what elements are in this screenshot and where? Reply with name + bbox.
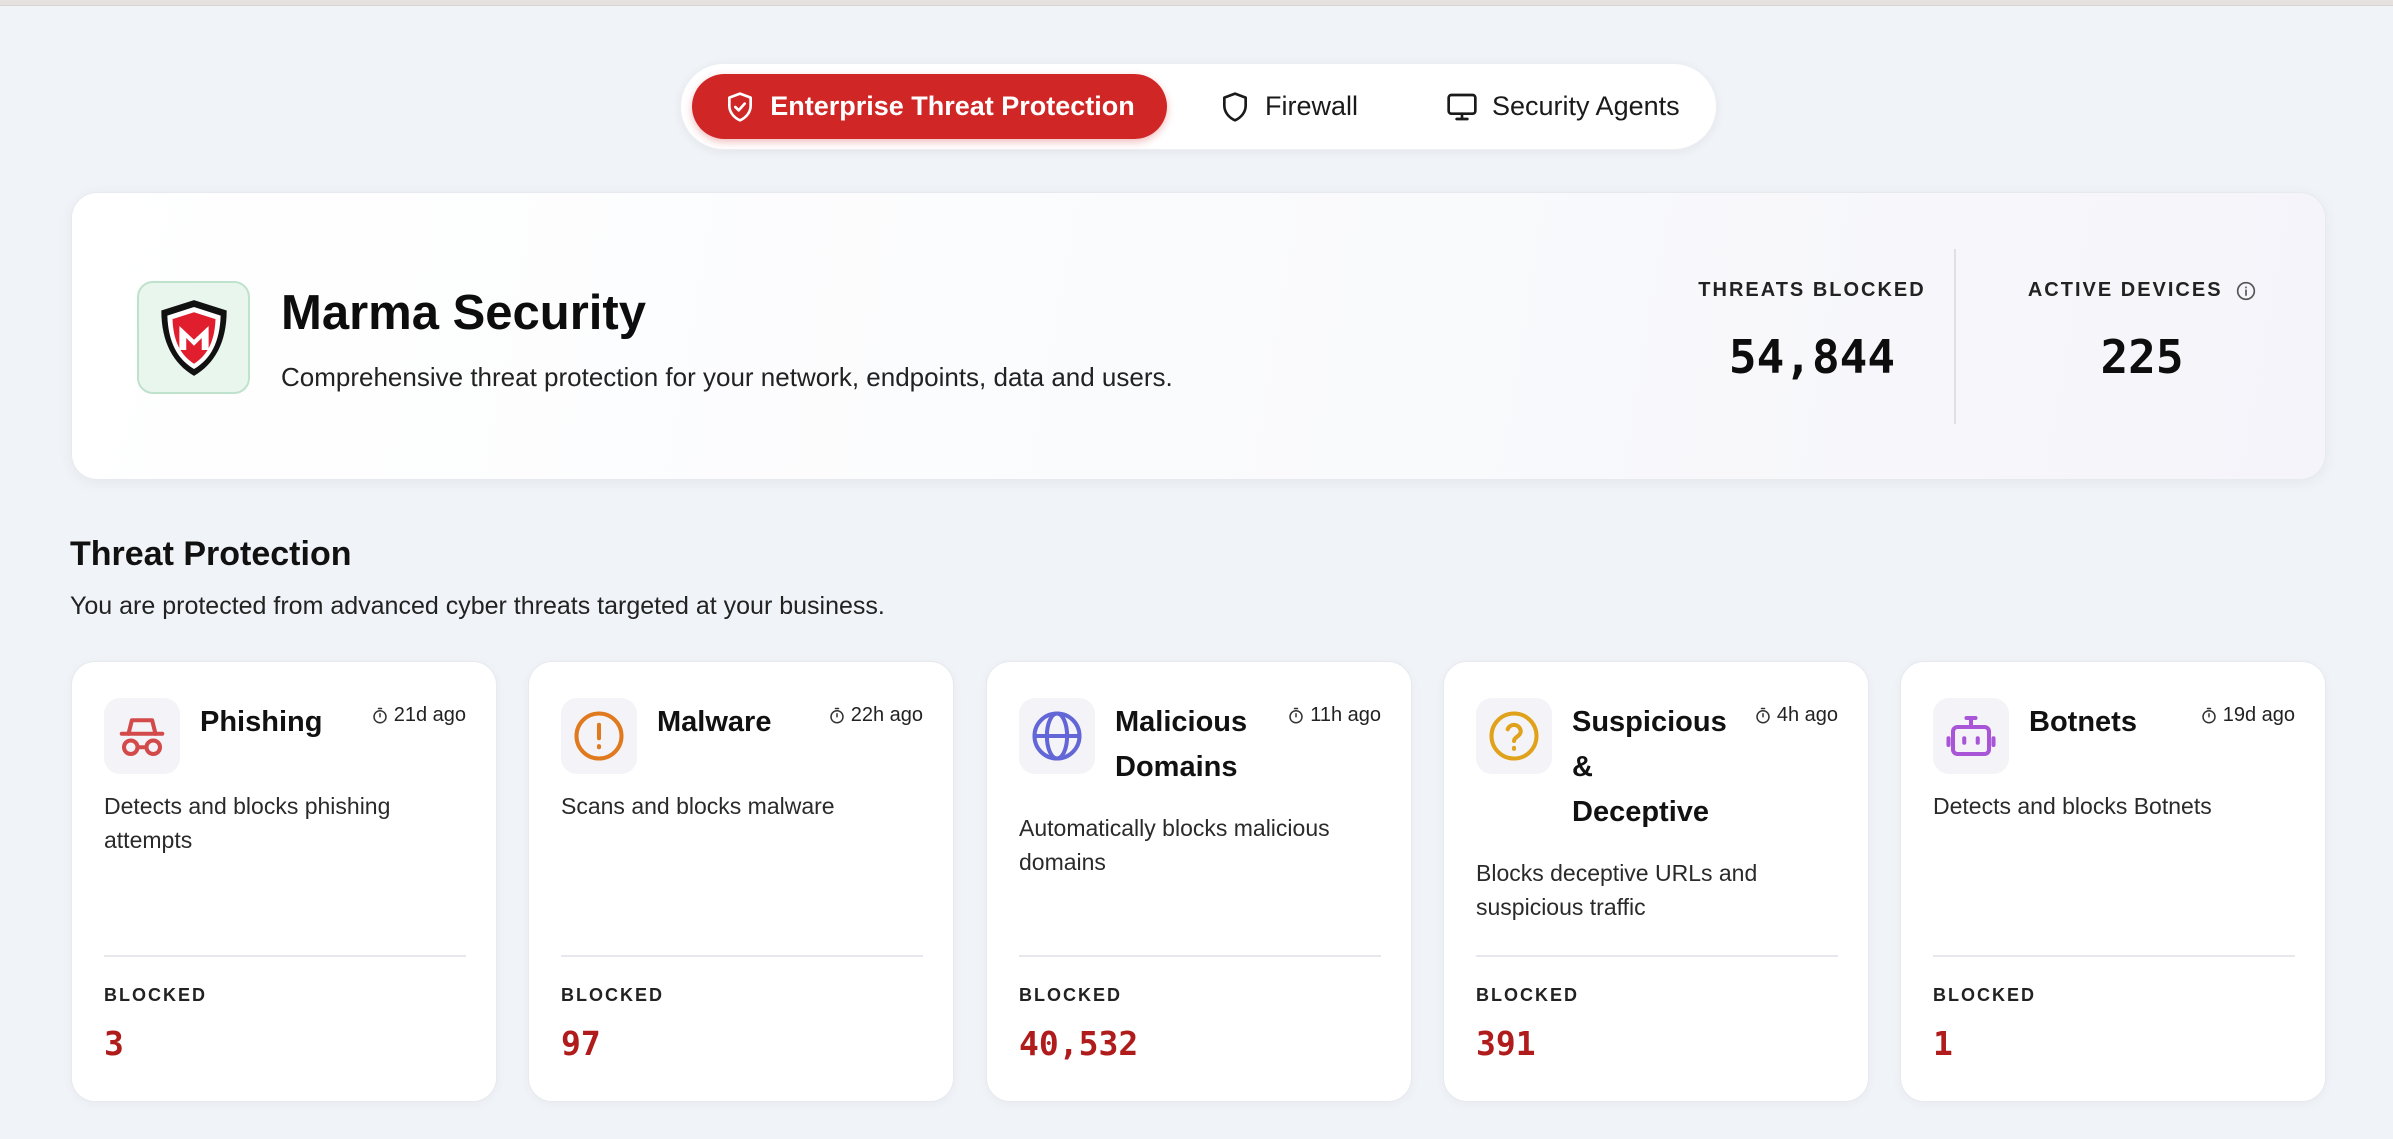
- stat-active-devices: ACTIVE DEVICES 225: [1992, 279, 2292, 384]
- shield-icon: [1223, 91, 1247, 122]
- blocked-value: 3: [104, 1024, 124, 1063]
- time-text: 4h ago: [1776, 704, 1838, 726]
- card-title: Malicious Domains: [1115, 706, 1248, 783]
- card-icon-box: [561, 698, 637, 774]
- card-divider: [1933, 955, 2295, 957]
- tab-security-agents[interactable]: Security Agents: [1446, 74, 1680, 139]
- blocked-label: BLOCKED: [1476, 985, 1579, 1005]
- card-description: Detects and blocks phishing attempts: [104, 793, 391, 853]
- card-description: Detects and blocks Botnets: [1933, 793, 2212, 819]
- card-title: Malware: [657, 706, 772, 738]
- time-text: 19d ago: [2222, 704, 2295, 726]
- brand-title: Marma Security: [281, 286, 646, 340]
- threat-card-malware[interactable]: Malware 22h ago Scans and blocks malware…: [528, 661, 954, 1102]
- blocked-label: BLOCKED: [561, 985, 664, 1005]
- card-icon-box: [1476, 698, 1552, 774]
- time-text: 21d ago: [393, 704, 466, 726]
- info-icon[interactable]: [2236, 281, 2256, 301]
- brand-subtitle: Comprehensive threat protection for your…: [281, 362, 1173, 392]
- card-timestamp: 21d ago: [371, 704, 466, 727]
- card-icon-box: [104, 698, 180, 774]
- monitor-icon: [1447, 93, 1477, 120]
- spy-icon: [119, 718, 165, 757]
- card-divider: [104, 955, 466, 957]
- card-divider: [561, 955, 923, 957]
- stopwatch-icon: [1756, 707, 1770, 723]
- card-title: Phishing: [200, 706, 323, 738]
- card-title: Botnets: [2029, 706, 2137, 738]
- shield-check-icon: [728, 91, 753, 122]
- stat-threats-blocked: THREATS BLOCKED 54,844: [1692, 279, 1932, 384]
- card-icon-box: [1933, 698, 2009, 774]
- stat-value: 225: [2100, 330, 2184, 384]
- card-divider: [1019, 955, 1381, 957]
- threat-card-malicious-domains[interactable]: Malicious Domains 11h ago Automatically …: [986, 661, 1412, 1102]
- bot-icon: [1946, 715, 1996, 757]
- stat-label-row: ACTIVE DEVICES: [1992, 279, 2292, 302]
- globe-icon: [1032, 711, 1082, 761]
- card-divider: [1476, 955, 1838, 957]
- stopwatch-icon: [1289, 707, 1303, 723]
- section-title: Threat Protection: [70, 535, 352, 573]
- blocked-value: 1: [1933, 1024, 1953, 1063]
- time-text: 22h ago: [850, 704, 923, 726]
- stat-value: 54,844: [1728, 330, 1896, 384]
- threat-card-suspicious-deceptive[interactable]: Suspicious & Deceptive 4h ago Blocks dec…: [1443, 661, 1869, 1102]
- stat-label: ACTIVE DEVICES: [2027, 279, 2223, 301]
- tab-label: Enterprise Threat Protection: [770, 91, 1135, 121]
- blocked-value: 97: [561, 1024, 601, 1063]
- tab-firewall[interactable]: Firewall: [1219, 74, 1358, 139]
- card-title: Suspicious & Deceptive: [1572, 706, 1727, 828]
- stat-divider: [1954, 249, 1956, 424]
- threat-card-phishing[interactable]: Phishing 21d ago Detects and blocks phis…: [71, 661, 497, 1102]
- blocked-value: 40,532: [1019, 1024, 1139, 1063]
- help-circle-icon: [1489, 711, 1539, 761]
- top-border: [0, 0, 2393, 6]
- tab-enterprise-threat-protection[interactable]: Enterprise Threat Protection: [692, 74, 1167, 139]
- card-description: Automatically blocks malicious domains: [1019, 815, 1330, 875]
- stopwatch-icon: [2201, 707, 2216, 723]
- alert-circle-icon: [574, 711, 624, 761]
- m-shield-logo: [160, 299, 227, 376]
- brand-logo: [137, 281, 250, 394]
- card-description: Scans and blocks malware: [561, 793, 835, 819]
- stat-label: THREATS BLOCKED: [1698, 279, 1926, 301]
- card-icon-box: [1019, 698, 1095, 774]
- threat-card-botnets[interactable]: Botnets 19d ago Detects and blocks Botne…: [1900, 661, 2326, 1102]
- card-timestamp: 11h ago: [1287, 704, 1381, 727]
- hero-card: Marma Security Comprehensive threat prot…: [71, 192, 2326, 480]
- tab-label: Firewall: [1265, 91, 1359, 121]
- stopwatch-icon: [372, 707, 387, 723]
- tab-label: Security Agents: [1492, 91, 1680, 121]
- card-description: Blocks deceptive URLs and suspicious tra…: [1476, 860, 1758, 920]
- section-subtitle: You are protected from advanced cyber th…: [70, 592, 885, 620]
- blocked-label: BLOCKED: [1933, 985, 2036, 1005]
- card-timestamp: 19d ago: [2200, 704, 2295, 727]
- card-timestamp: 4h ago: [1754, 704, 1838, 727]
- blocked-label: BLOCKED: [104, 985, 207, 1005]
- blocked-value: 391: [1476, 1024, 1536, 1063]
- tab-bar: Enterprise Threat Protection Firewall Se…: [680, 63, 1717, 150]
- time-text: 11h ago: [1310, 704, 1381, 726]
- card-timestamp: 22h ago: [828, 704, 923, 727]
- stopwatch-icon: [829, 707, 844, 723]
- blocked-label: BLOCKED: [1019, 985, 1122, 1005]
